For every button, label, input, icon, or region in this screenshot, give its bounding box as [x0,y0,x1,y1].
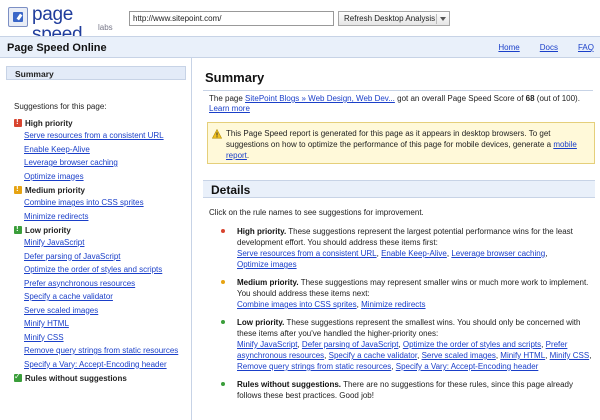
low-priority-section: Low priority. These suggestions represen… [213,317,595,372]
details-header: Details [203,180,595,198]
sidebar-link-minify-javascript[interactable]: Minify JavaScript [24,236,190,250]
refresh-desktop-analysis-button[interactable]: Refresh Desktop Analysis [338,11,450,26]
sidebar-rules-without-suggestions[interactable]: Rules without suggestions [14,372,190,384]
sidebar-link-serve-scaled-images[interactable]: Serve scaled images [24,304,190,318]
url-input[interactable] [129,11,334,26]
top-bar: page speed labs Refresh Desktop Analysis [0,0,600,45]
link-defer-parsing-javascript[interactable]: Defer parsing of JavaScript [302,340,399,349]
sidebar-link-enable-keep-alive[interactable]: Enable Keep-Alive [24,143,190,157]
app-title: Page Speed Online [7,42,107,54]
sidebar-link-specify-cache-validator[interactable]: Specify a cache validator [24,290,190,304]
mobile-report-notice: This Page Speed report is generated for … [207,122,595,164]
notice-end: . [246,151,250,160]
score-suffix: (out of 100). [534,94,580,103]
score-prefix: The page [209,94,246,103]
sidebar-rules-without-suggestions-label: Rules without suggestions [25,373,127,383]
low-priority-icon [14,224,22,234]
nav-home-link[interactable]: Home [498,43,519,52]
main-content: Summary The page SitePoint Blogs » Web D… [193,58,600,420]
medium-priority-label: Medium priority. [237,278,299,287]
nav-faq-link[interactable]: FAQ [578,43,594,52]
link-minify-html[interactable]: Minify HTML [500,351,545,360]
sidebar-link-remove-query-strings[interactable]: Remove query strings from static resourc… [24,344,190,358]
title-divider [203,90,593,91]
sidebar-link-serve-resources-consistent-url[interactable]: Serve resources from a consistent URL [24,129,190,143]
link-enable-keep-alive[interactable]: Enable Keep-Alive [381,249,447,258]
sidebar-link-leverage-browser-caching[interactable]: Leverage browser caching [24,156,190,170]
page-title: Summary [205,70,265,85]
sidebar-high-priority: High priority [14,117,190,129]
sidebar-link-specify-vary-header[interactable]: Specify a Vary: Accept-Encoding header [24,358,190,372]
sidebar-item-summary[interactable]: Summary [6,66,186,80]
details-intro: Click on the rule names to see suggestio… [209,208,424,217]
score-value: 68 [525,94,535,103]
priority-list: High priority. These suggestions represe… [213,226,595,408]
high-priority-bullet-icon [221,229,225,233]
page-speed-logo-icon [8,7,28,27]
sidebar-link-prefer-async-resources[interactable]: Prefer asynchronous resources [24,277,190,291]
sidebar-link-minify-css[interactable]: Minify CSS [24,331,190,345]
link-combine-images-css-sprites[interactable]: Combine images into CSS sprites [237,300,357,309]
medium-priority-section: Medium priority. These suggestions may r… [213,277,595,310]
sidebar-link-combine-images-css-sprites[interactable]: Combine images into CSS sprites [24,196,190,210]
high-priority-text: These suggestions represent the largest … [237,227,573,247]
sidebar-heading: Suggestions for this page: [14,102,107,111]
sidebar-link-optimize-order-styles-scripts[interactable]: Optimize the order of styles and scripts [24,263,190,277]
analyze-button-label: Refresh Desktop Analysis [344,14,436,23]
nav-docs-link[interactable]: Docs [540,43,558,52]
low-priority-bullet-icon [221,320,225,324]
high-priority-section: High priority. These suggestions represe… [213,226,595,270]
title-bar: Page Speed Online Home Docs FAQ [0,36,600,58]
link-leverage-browser-caching[interactable]: Leverage browser caching [451,249,545,258]
sidebar-link-minimize-redirects[interactable]: Minimize redirects [24,210,190,224]
high-priority-label: High priority. [237,227,287,236]
link-serve-scaled-images[interactable]: Serve scaled images [422,351,496,360]
medium-priority-bullet-icon [221,280,225,284]
button-separator [436,14,437,24]
info-icon [212,129,222,139]
sidebar-suggestion-list: High priority Serve resources from a con… [14,116,190,384]
link-minimize-redirects[interactable]: Minimize redirects [361,300,425,309]
link-minify-css[interactable]: Minify CSS [550,351,590,360]
link-serve-resources-consistent-url[interactable]: Serve resources from a consistent URL [237,249,377,258]
rules-without-suggestions-label: Rules without suggestions. [237,380,342,389]
low-priority-text: These suggestions represent the smallest… [237,318,581,338]
medium-priority-icon [14,184,22,194]
sidebar-link-optimize-images[interactable]: Optimize images [24,170,190,184]
sidebar-low-priority: Low priority [14,224,190,236]
details-title: Details [211,183,251,197]
page-speed-logo[interactable]: page speed labs [8,5,120,45]
top-nav: Home Docs FAQ [498,43,594,52]
score-summary: The page SitePoint Blogs » Web Design, W… [209,94,594,114]
sidebar-low-priority-label: Low priority [25,225,71,235]
rules-without-suggestions-section: Rules without suggestions. There are no … [213,379,595,401]
link-optimize-images[interactable]: Optimize images [237,260,297,269]
check-icon [14,372,22,382]
link-specify-cache-validator[interactable]: Specify a cache validator [329,351,418,360]
logo-subtext: labs [98,23,113,32]
sidebar-link-minify-html[interactable]: Minify HTML [24,317,190,331]
sidebar-medium-priority-label: Medium priority [25,185,86,195]
analyzed-page-link[interactable]: SitePoint Blogs » Web Design, Web Dev... [245,94,395,103]
high-priority-icon [14,117,22,127]
low-priority-label: Low priority. [237,318,285,327]
link-optimize-order-styles-scripts[interactable]: Optimize the order of styles and scripts [403,340,541,349]
sidebar: Summary Suggestions for this page: High … [0,58,192,420]
sidebar-medium-priority: Medium priority [14,184,190,196]
learn-more-link[interactable]: Learn more [209,104,250,113]
rules-without-suggestions-bullet-icon [221,382,225,386]
sidebar-link-defer-parsing-javascript[interactable]: Defer parsing of JavaScript [24,250,190,264]
sidebar-high-priority-label: High priority [25,118,73,128]
notice-text: This Page Speed report is generated for … [226,129,554,149]
link-minify-javascript[interactable]: Minify JavaScript [237,340,297,349]
score-middle: got an overall Page Speed Score of [394,94,526,103]
link-specify-vary-header[interactable]: Specify a Vary: Accept-Encoding header [396,362,539,371]
chevron-down-icon[interactable] [440,17,446,21]
link-remove-query-strings[interactable]: Remove query strings from static resourc… [237,362,391,371]
